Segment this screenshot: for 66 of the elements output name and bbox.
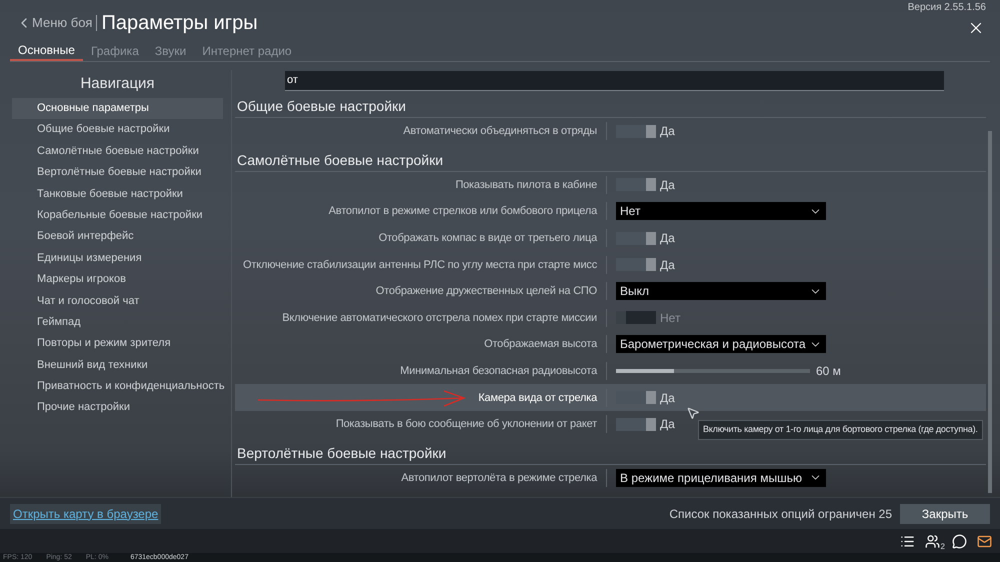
setting-label: Отображать компас в виде от третьего лица [378,231,597,246]
page-title: Параметры игры [101,11,258,36]
close-button[interactable]: Закрыть [900,504,990,524]
toggle-value: Нет [660,310,680,327]
nav-item[interactable]: Маркеры игроков [12,269,223,291]
setting-label: Камера вида от стрелка [478,390,597,406]
toggle-switch[interactable] [616,391,656,404]
toggle-value: Да [660,390,675,407]
setting-label: Минимальная безопасная радиовысота [400,364,597,380]
setting-label: Показывать в бою сообщение об уклонении от ракет [336,417,597,432]
nav-item[interactable]: Приватность и конфиденциальность [12,376,223,398]
browser-map-link[interactable]: Открыть карту в браузере [10,504,162,524]
dropdown[interactable]: Выкл [616,282,826,300]
back-button[interactable]: Меню боя [16,13,92,33]
toggle-value: Да [660,416,675,434]
cursor-icon [686,406,700,420]
setting-label: Отображение дружественных целей на СПО [376,284,597,300]
chat-icon[interactable] [952,534,967,548]
toggle-value: Да [660,123,675,140]
nav-item[interactable]: Корабельные боевые настройки [12,204,223,226]
scrollbar[interactable] [988,131,992,493]
setting-label: Отображаемая высота [484,337,597,352]
nav-item[interactable]: Чат и голосовой чат [12,290,223,312]
slider-track[interactable] [616,369,810,374]
nav-item[interactable]: Единицы измерения [12,248,223,270]
dropdown[interactable]: Нет [616,202,826,220]
section-heading: Самолётные боевые настройки [235,144,986,172]
toggle-value: Да [660,230,675,248]
setting-label: Автопилот в режиме стрелков или бомбового прицела [328,204,597,220]
list-icon[interactable] [900,534,915,548]
tooltip: Включить камеру от 1-го лица для бортового стрелка (где доступна). [698,420,983,440]
nav-item[interactable]: Прочие настройки [12,397,223,419]
setting-label: Автоматически объединяться в отряды [403,124,597,140]
setting-label: Показывать пилота в кабине [455,178,597,193]
people-icon[interactable] [925,534,940,548]
search-field[interactable]: от [285,70,944,90]
toggle-value: Да [660,256,675,274]
section-heading: Общие боевые настройки [235,91,986,118]
nav-item[interactable]: Основные параметры [12,98,223,120]
toggle-switch[interactable] [616,232,656,245]
nav-item[interactable]: Внешний вид техники [12,354,223,376]
nav-item[interactable]: Геймпад [12,312,223,334]
toggle-switch[interactable] [616,178,656,192]
nav-item[interactable]: Самолётные боевые настройки [12,140,223,162]
navigation-title: Навигация [79,74,156,94]
friends-count: 2 [940,540,945,552]
dropdown[interactable]: В режиме прицеливания мышью [616,468,826,487]
options-limit-text: Список показанных опций ограничен 25 [669,506,892,522]
setting-label: Автопилот вертолёта в режиме стрелка [401,470,597,486]
nav-item[interactable]: Боевой интерфейс [12,226,223,248]
toggle-value: Да [660,176,675,194]
toggle-switch[interactable] [616,258,656,272]
toggle-switch[interactable] [616,311,656,324]
slider-value: 60 м [816,363,841,380]
dropdown[interactable]: Барометрическая и радиовысота [616,335,826,354]
nav-item[interactable]: Танковые боевые настройки [12,184,223,205]
nav-item[interactable]: Вертолётные боевые настройки [12,162,223,184]
setting-label: Включение автоматического отстрела помех при старте миссии [282,310,597,326]
toggle-switch[interactable] [616,418,656,431]
mail-icon[interactable] [977,534,992,548]
nav-item[interactable]: Общие боевые настройки [12,119,223,141]
tab[interactable]: Основные [10,40,83,61]
version-label: Версия 2.55.1.56 [908,1,986,15]
toggle-switch[interactable] [616,124,656,138]
setting-label: Отключение стабилизации антенны РЛС по углу места при старте мисс [243,258,597,273]
nav-item[interactable]: Повторы и режим зрителя [12,333,223,355]
